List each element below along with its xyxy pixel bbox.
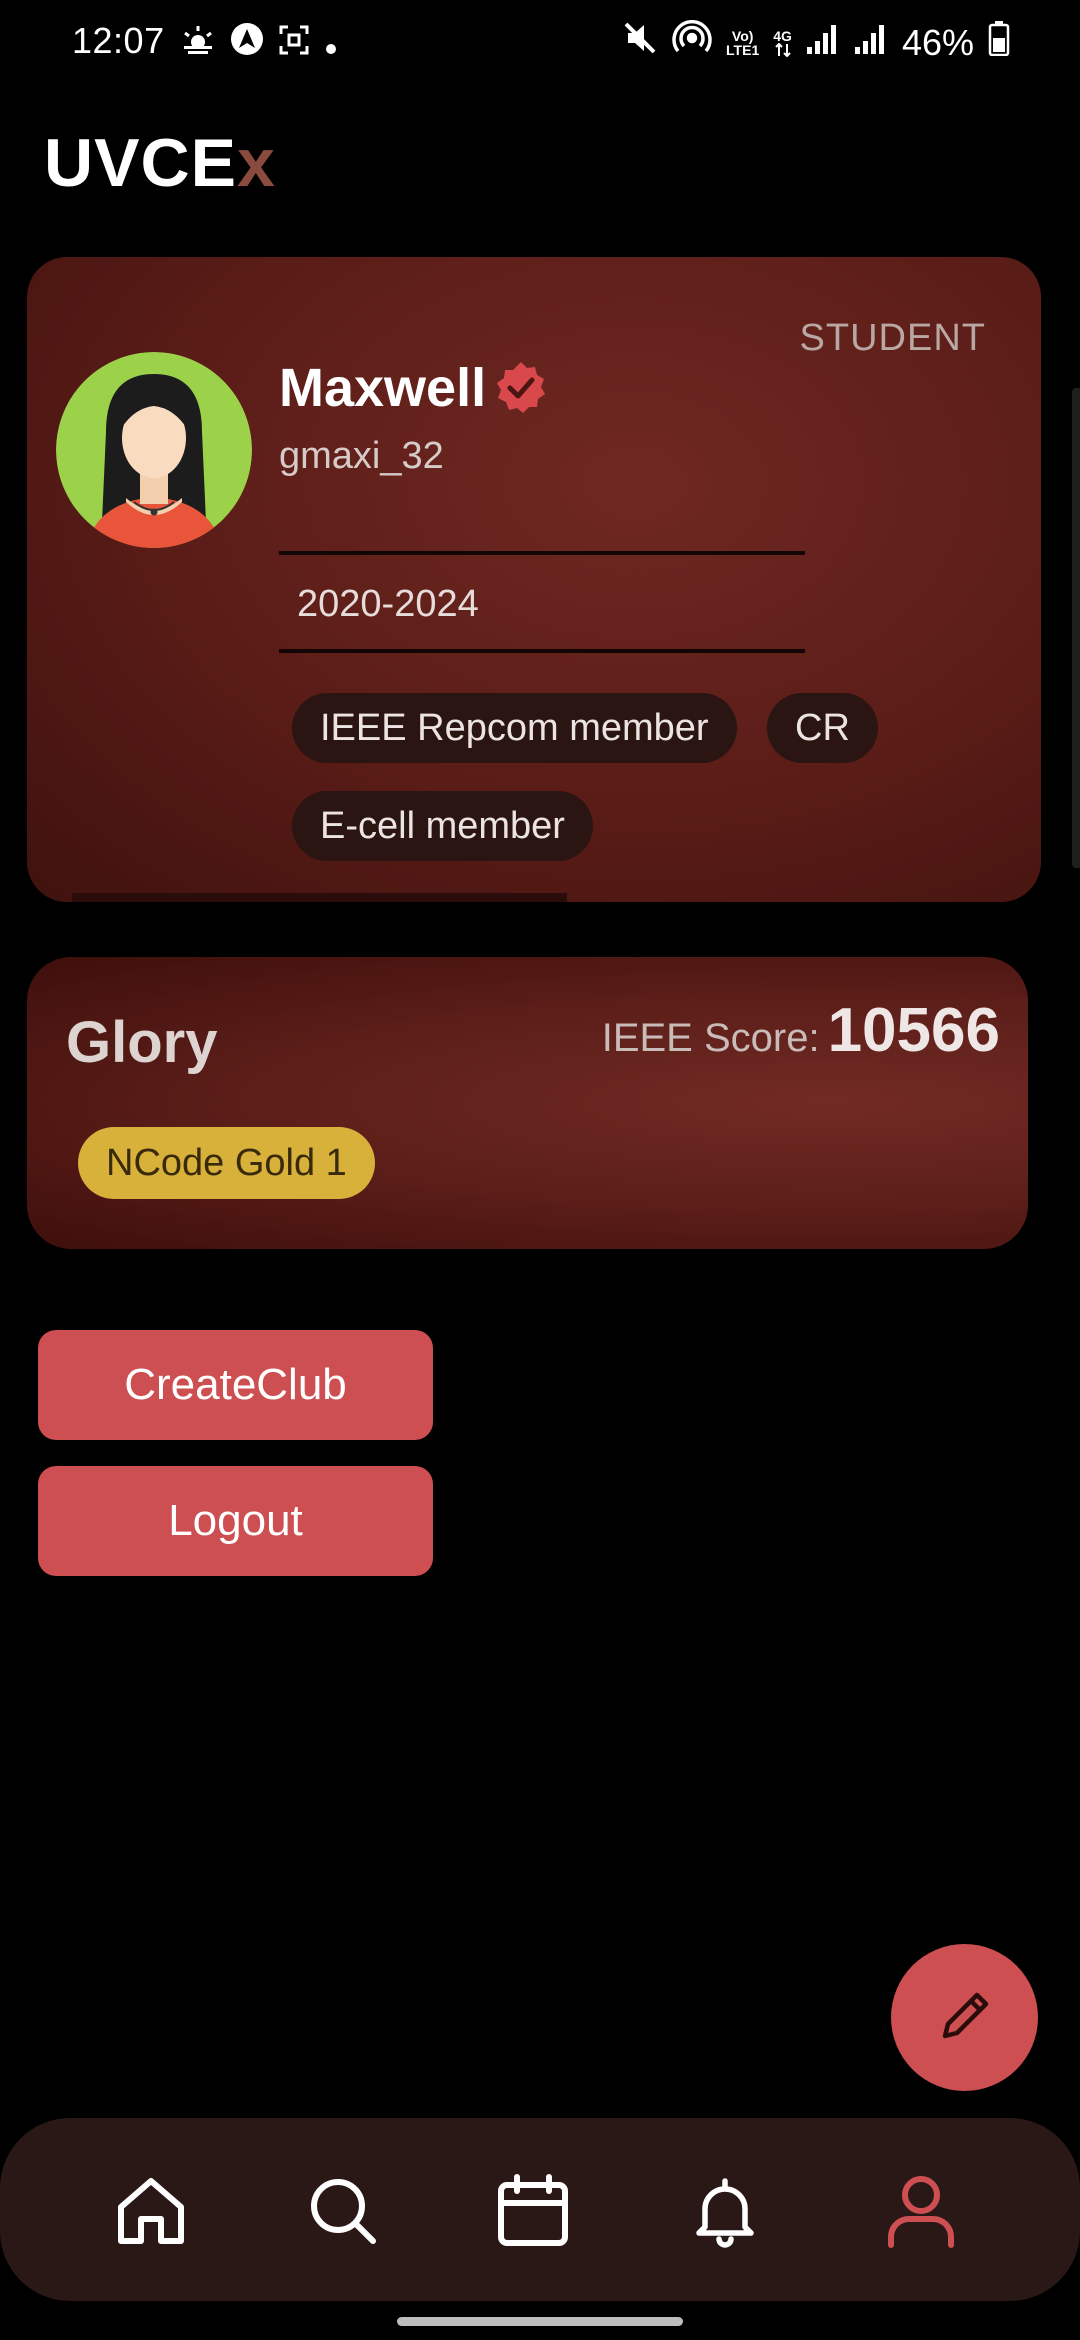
profile-name-row: Maxwell (279, 357, 550, 419)
pencil-icon (933, 1984, 997, 2052)
app-title-accent: x (236, 125, 276, 201)
nav-profile[interactable] (876, 2168, 966, 2258)
data-label: 4G (773, 27, 792, 44)
bell-icon (687, 2173, 763, 2253)
profile-icon (883, 2173, 959, 2253)
year-value: 2020-2024 (297, 583, 479, 625)
status-left-icons (180, 22, 338, 65)
nav-home[interactable] (106, 2168, 196, 2258)
nav-notifications[interactable] (680, 2168, 770, 2258)
tag-chip: E-cell member (292, 791, 593, 861)
glory-title: Glory (66, 1010, 218, 1075)
score-label: IEEE Score: (601, 1016, 820, 1060)
logout-button[interactable]: Logout (38, 1466, 433, 1576)
calendar-icon (495, 2173, 571, 2253)
profile-name: Maxwell (279, 358, 487, 418)
battery-percent: 46% (901, 21, 974, 63)
signal-icon (854, 22, 888, 64)
status-bar: 12:07 Vo) LTE1 4G 46% (0, 0, 1080, 86)
app-title: UVCEx (44, 124, 276, 202)
avatar[interactable] (56, 352, 252, 548)
score-row: IEEE Score: 10566 (602, 995, 1000, 1066)
search-icon (305, 2173, 381, 2253)
home-indicator[interactable] (397, 2317, 683, 2326)
navigation-icon (230, 22, 264, 65)
mute-icon (622, 20, 658, 65)
profile-role: STUDENT (799, 317, 986, 359)
card-divider (72, 893, 567, 902)
volte-icon: Vo) LTE1 (726, 29, 759, 57)
score-value: 10566 (827, 996, 1000, 1065)
tag-chip: IEEE Repcom member (292, 693, 737, 763)
profile-card: STUDENT Maxwell gmaxi_32 2020-2024 IEEE … (27, 257, 1041, 902)
year-field[interactable]: 2020-2024 (279, 551, 805, 653)
hotspot-icon (672, 20, 712, 65)
signal-icon (806, 22, 840, 64)
status-time: 12:07 (72, 20, 165, 61)
badge-chip: NCode Gold 1 (78, 1127, 375, 1199)
screenshot-icon (278, 23, 310, 65)
dot-icon (324, 23, 338, 65)
weather-icon (180, 23, 216, 65)
scroll-indicator[interactable] (1072, 388, 1080, 868)
app-title-main: UVCE (44, 125, 237, 201)
create-club-button[interactable]: CreateClub (38, 1330, 433, 1440)
volte-line2: LTE1 (726, 41, 760, 58)
nav-search[interactable] (298, 2168, 388, 2258)
status-right-icons: Vo) LTE1 4G 46% (622, 20, 1010, 65)
tag-chip: CR (767, 693, 878, 763)
glory-card: Glory IEEE Score: 10566 NCode Gold 1 (27, 957, 1028, 1249)
volte-line1: Vo) (731, 27, 754, 44)
bottom-nav (0, 2118, 1080, 2301)
edit-fab-button[interactable] (891, 1944, 1038, 2091)
nav-calendar[interactable] (488, 2168, 578, 2258)
verified-badge-icon (492, 359, 550, 417)
home-icon (113, 2173, 189, 2253)
data-4g-icon: 4G (773, 29, 792, 57)
profile-username: gmaxi_32 (279, 435, 444, 477)
battery-icon (988, 20, 1010, 65)
